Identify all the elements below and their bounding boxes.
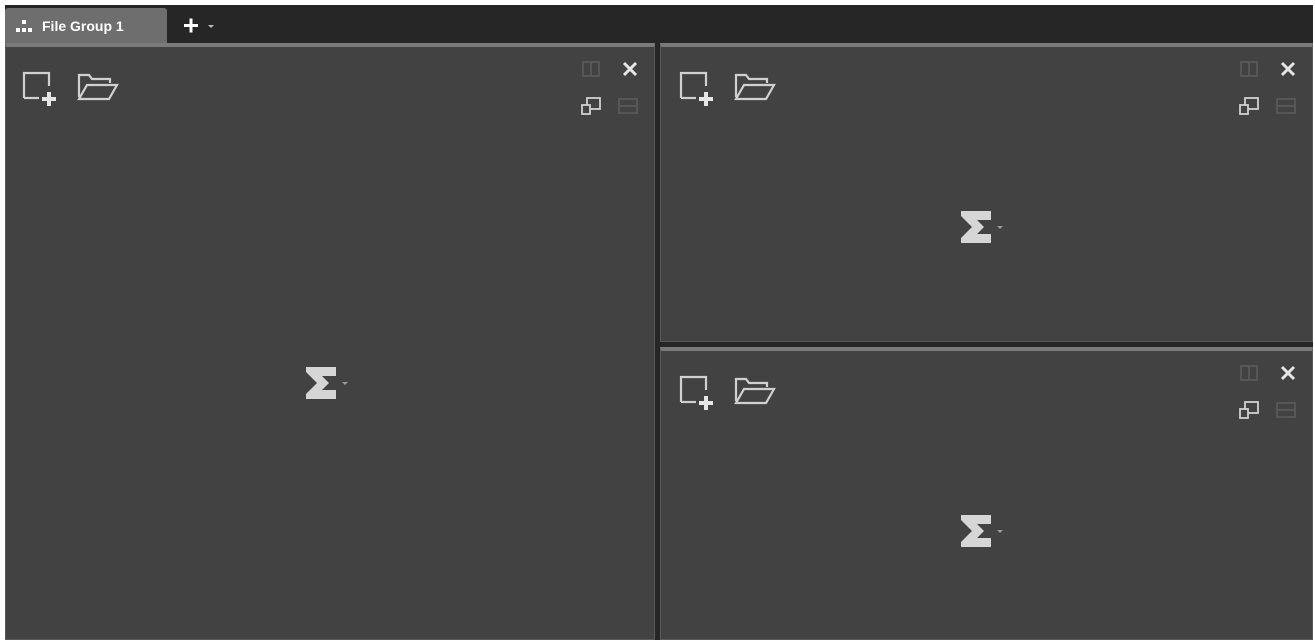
float-icon[interactable] xyxy=(1239,97,1259,115)
group-icon xyxy=(15,19,33,33)
editor-pane-bottom-right xyxy=(660,347,1313,640)
plus-icon xyxy=(184,18,214,33)
split-vertical-icon[interactable] xyxy=(1240,61,1258,77)
close-icon[interactable] xyxy=(1280,365,1296,381)
split-horizontal-icon[interactable] xyxy=(618,98,638,114)
editor-pane-top-right xyxy=(660,43,1313,342)
split-vertical-icon[interactable] xyxy=(582,61,600,77)
sigma-button[interactable] xyxy=(304,363,354,403)
tab-bar: File Group 1 xyxy=(5,5,1313,43)
new-file-icon[interactable] xyxy=(679,71,717,107)
open-folder-icon[interactable] xyxy=(76,71,120,103)
app-window: File Group 1 xyxy=(5,5,1313,640)
split-horizontal-icon[interactable] xyxy=(1276,402,1296,418)
split-vertical-icon[interactable] xyxy=(1240,365,1258,381)
tab-file-group-1[interactable]: File Group 1 xyxy=(5,8,167,43)
caret-down-icon xyxy=(208,25,214,28)
new-file-icon[interactable] xyxy=(679,375,717,411)
split-horizontal-icon[interactable] xyxy=(1276,98,1296,114)
sigma-icon xyxy=(306,367,336,399)
sigma-button[interactable] xyxy=(959,207,1009,247)
sigma-icon xyxy=(961,211,991,243)
tab-label: File Group 1 xyxy=(42,17,124,34)
float-icon[interactable] xyxy=(581,97,601,115)
new-file-icon[interactable] xyxy=(22,71,60,107)
caret-down-icon xyxy=(997,226,1003,229)
sigma-button[interactable] xyxy=(959,511,1009,551)
open-folder-icon[interactable] xyxy=(733,375,777,407)
open-folder-icon[interactable] xyxy=(733,71,777,103)
close-icon[interactable] xyxy=(622,61,638,77)
editor-pane-left xyxy=(5,43,655,640)
float-icon[interactable] xyxy=(1239,401,1259,419)
caret-down-icon xyxy=(342,382,348,385)
sigma-icon xyxy=(961,515,991,547)
add-tab-button[interactable] xyxy=(181,13,221,39)
close-icon[interactable] xyxy=(1280,61,1296,77)
caret-down-icon xyxy=(997,530,1003,533)
